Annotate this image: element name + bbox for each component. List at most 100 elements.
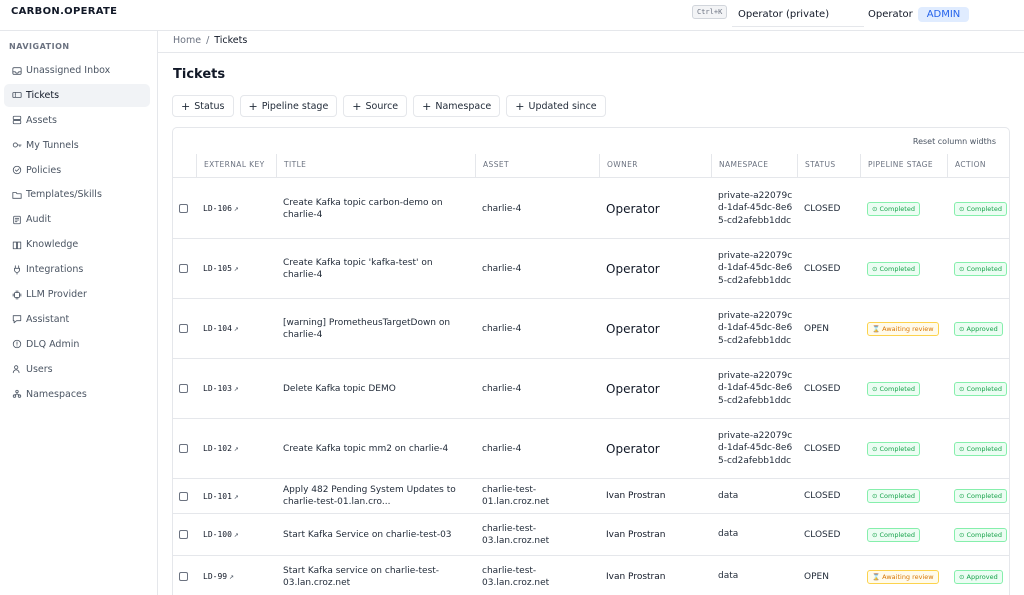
row-checkbox[interactable] xyxy=(179,491,188,501)
col-title-header[interactable]: TITLE xyxy=(276,154,475,178)
action-badge[interactable]: ⊙ Completed xyxy=(954,489,1007,503)
action-badge[interactable]: ⊙ Completed xyxy=(954,201,1007,216)
external-key-link[interactable]: LD-99 ↗ xyxy=(203,572,234,581)
asset-cell: charlie-test-01.lan.croz.net xyxy=(475,479,599,513)
external-key-link[interactable]: LD-103 ↗ xyxy=(203,384,239,393)
ticket-title[interactable]: Create Kafka topic mm2 on charlie-4 xyxy=(283,443,468,455)
filter-pipeline-stage-button[interactable]: + Pipeline stage xyxy=(239,95,338,117)
action-cell: ⊙ Completed xyxy=(947,514,1009,555)
ticket-title[interactable]: [warning] PrometheusTargetDown on charli… xyxy=(283,317,468,341)
row-checkbox[interactable] xyxy=(179,530,188,539)
app-logo[interactable]: CARBON.OPERATE xyxy=(11,6,117,17)
row-checkbox-cell xyxy=(173,359,195,418)
col-external-key-header[interactable]: EXTERNAL KEY xyxy=(196,154,276,178)
table-row[interactable]: LD-105 ↗ Create Kafka topic 'kafka-test' o… xyxy=(173,239,1009,299)
owner-cell: Operator xyxy=(599,239,711,298)
external-key-cell: LD-102 ↗ xyxy=(196,419,276,478)
action-badge[interactable]: ⊙ Completed xyxy=(954,441,1007,456)
breadcrumb-home[interactable]: Home xyxy=(173,35,201,46)
filter-status-button[interactable]: + Status xyxy=(172,95,234,117)
table-row[interactable]: LD-106 ↗ Create Kafka topic carbon-demo on… xyxy=(173,179,1009,239)
external-key-text: LD-103 xyxy=(203,384,232,393)
clock-icon: ⌛ xyxy=(872,572,883,581)
action-badge[interactable]: ⊙ Approved xyxy=(954,569,1003,584)
breadcrumb-separator: / xyxy=(206,35,210,46)
action-badge[interactable]: ⊙ Completed xyxy=(954,261,1007,276)
table-row[interactable]: LD-103 ↗ Delete Kafka topic DEMO charlie-4 O… xyxy=(173,359,1009,419)
owner-name: Operator xyxy=(606,261,660,276)
filter-source-button[interactable]: + Source xyxy=(343,95,408,117)
check-circle-icon: ⊙ xyxy=(959,492,967,500)
sidebar-item-assets[interactable]: Assets xyxy=(4,109,150,132)
col-status-header[interactable]: STATUS xyxy=(797,154,860,178)
title-cell: Create Kafka topic carbon-demo on charli… xyxy=(276,179,475,238)
row-checkbox[interactable] xyxy=(179,572,188,581)
row-checkbox[interactable] xyxy=(179,264,188,273)
external-key-link[interactable]: LD-105 ↗ xyxy=(203,264,239,273)
ticket-title[interactable]: Delete Kafka topic DEMO xyxy=(283,383,468,395)
plug-icon xyxy=(11,264,22,275)
status-cell: CLOSED xyxy=(797,239,860,298)
pipeline-stage-label: Awaiting review xyxy=(882,572,934,581)
sidebar-item-assistant[interactable]: Assistant xyxy=(4,308,150,331)
row-checkbox[interactable] xyxy=(179,384,188,393)
sidebar-item-integrations[interactable]: Integrations xyxy=(4,258,150,281)
action-badge[interactable]: ⊙ Completed xyxy=(954,527,1007,542)
sidebar-item-templates-skills[interactable]: Templates/Skills xyxy=(4,183,150,206)
sidebar-item-label: Users xyxy=(26,363,53,375)
action-label: Completed xyxy=(966,530,1002,539)
table-row[interactable]: LD-102 ↗ Create Kafka topic mm2 on charlie… xyxy=(173,419,1009,479)
ticket-title[interactable]: Create Kafka topic carbon-demo on charli… xyxy=(283,197,468,221)
sidebar-item-unassigned-inbox[interactable]: Unassigned Inbox xyxy=(4,59,150,82)
external-key-link[interactable]: LD-104 ↗ xyxy=(203,324,239,333)
sidebar-item-label: Knowledge xyxy=(26,239,79,251)
external-key-cell: LD-105 ↗ xyxy=(196,239,276,298)
sidebar-item-my-tunnels[interactable]: My Tunnels xyxy=(4,134,150,157)
col-asset-header[interactable]: ASSET xyxy=(475,154,599,178)
table-row[interactable]: LD-101 ↗ Apply 482 Pending System Updates … xyxy=(173,479,1009,514)
sidebar-item-dlq-admin[interactable]: DLQ Admin xyxy=(4,333,150,356)
external-key-link[interactable]: LD-106 ↗ xyxy=(203,204,239,213)
sidebar-item-knowledge[interactable]: Knowledge xyxy=(4,233,150,256)
namespace-selector[interactable]: Operator (private) xyxy=(732,3,864,27)
sidebar-item-audit[interactable]: Audit xyxy=(4,208,150,231)
namespace-cell: private-a22079cd-1daf-45dc-8e65-cd2afebb… xyxy=(711,179,797,238)
sidebar-item-llm-provider[interactable]: LLM Provider xyxy=(4,283,150,306)
action-badge[interactable]: ⊙ Approved xyxy=(954,321,1003,336)
col-pipeline-stage-header[interactable]: PIPELINE STAGE xyxy=(860,154,947,178)
sidebar-item-namespaces[interactable]: Namespaces xyxy=(4,383,150,406)
sidebar-item-label: LLM Provider xyxy=(26,289,87,301)
ticket-title[interactable]: Create Kafka topic 'kafka-test' on charl… xyxy=(283,257,468,281)
table-row[interactable]: LD-100 ↗ Start Kafka Service on charlie-te… xyxy=(173,514,1009,556)
ticket-title[interactable]: Start Kafka Service on charlie-test-03 xyxy=(283,529,468,541)
filter-updated-since-button[interactable]: + Updated since xyxy=(506,95,606,117)
col-namespace-header[interactable]: NAMESPACE xyxy=(711,154,797,178)
col-owner-header[interactable]: OWNER xyxy=(599,154,711,178)
external-link-icon: ↗ xyxy=(233,204,239,213)
sidebar-item-users[interactable]: Users xyxy=(4,358,150,381)
row-checkbox[interactable] xyxy=(179,204,188,213)
row-checkbox[interactable] xyxy=(179,324,188,333)
check-circle-icon: ⊙ xyxy=(872,444,880,453)
pipeline-stage-label: Completed xyxy=(879,264,915,273)
external-key-cell: LD-103 ↗ xyxy=(196,359,276,418)
ticket-title[interactable]: Apply 482 Pending System Updates to char… xyxy=(283,484,468,508)
external-key-link[interactable]: LD-101 ↗ xyxy=(203,492,239,501)
col-action-header[interactable]: ACTION xyxy=(947,154,1009,178)
action-badge[interactable]: ⊙ Completed xyxy=(954,381,1007,396)
external-key-link[interactable]: LD-100 ↗ xyxy=(203,530,239,539)
pipeline-stage-label: Completed xyxy=(879,384,915,393)
command-shortcut[interactable]: Ctrl+K xyxy=(692,5,728,19)
table-row[interactable]: LD-104 ↗ [warning] PrometheusTargetDown on… xyxy=(173,299,1009,359)
namespace-value: data xyxy=(718,490,739,501)
sidebar-item-tickets[interactable]: Tickets xyxy=(4,83,150,107)
filter-namespace-button[interactable]: + Namespace xyxy=(413,95,501,117)
table-row[interactable]: LD-99 ↗ Start Kafka service on charlie-tes… xyxy=(173,556,1009,595)
reset-column-widths-button[interactable]: Reset column widths xyxy=(913,137,996,146)
ticket-title[interactable]: Start Kafka service on charlie-test-03.l… xyxy=(283,565,468,589)
sidebar-item-policies[interactable]: Policies xyxy=(4,159,150,182)
row-checkbox[interactable] xyxy=(179,444,188,453)
status-value: CLOSED xyxy=(804,529,841,540)
user-name[interactable]: Operator xyxy=(868,9,913,20)
external-key-link[interactable]: LD-102 ↗ xyxy=(203,444,239,453)
